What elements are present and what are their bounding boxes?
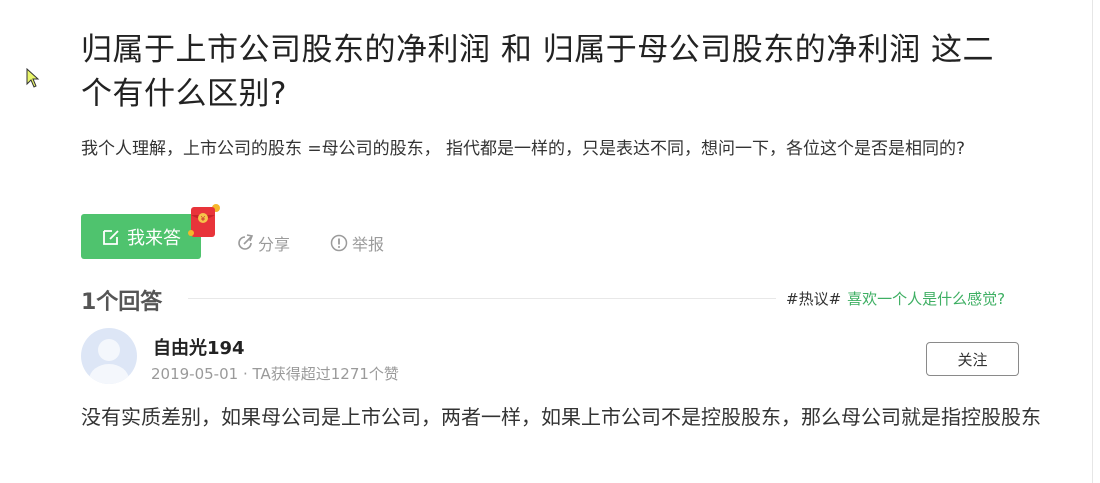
follow-button[interactable]: 关注 (926, 342, 1019, 376)
answer-count: 1个回答 (81, 290, 163, 315)
hot-topic-link[interactable]: 喜欢一个人是什么感觉? (847, 290, 1005, 308)
answer-button-label: 我来答 (127, 227, 181, 249)
user-name[interactable]: 自由光194 (153, 334, 245, 360)
hot-tag: #热议# (786, 290, 842, 308)
default-avatar-icon (89, 339, 129, 384)
share-icon (238, 234, 254, 250)
svg-text:¥: ¥ (201, 215, 206, 223)
red-packet-icon[interactable]: ¥ (188, 203, 220, 239)
share-button[interactable]: 分享 (236, 231, 290, 255)
answer-content: 没有实质差别，如果母公司是上市公司，两者一样，如果上市公司不是控股股东，那么母公… (81, 405, 1041, 429)
question-title: 归属于上市公司股东的净利润 和 归属于母公司股东的净利润 这二个有什么区别? (81, 32, 995, 112)
avatar[interactable] (81, 328, 137, 384)
share-label: 分享 (258, 235, 291, 254)
divider (188, 298, 776, 299)
answer-meta: 2019-05-01 · TA获得超过1271个赞 (151, 365, 399, 383)
answer-button[interactable]: 我来答 (81, 214, 201, 259)
edit-icon (103, 229, 119, 245)
report-button[interactable]: 举报 (330, 231, 384, 255)
question-description: 我个人理解，上市公司的股东 =母公司的股东， 指代都是一样的，只是表达不同，想问… (81, 139, 966, 159)
page-right-border (1092, 0, 1093, 483)
hot-topic: #热议# 喜欢一个人是什么感觉? (786, 288, 1005, 309)
report-label: 举报 (352, 235, 385, 254)
mouse-cursor-icon (26, 68, 40, 88)
warning-circle-icon (330, 234, 348, 252)
